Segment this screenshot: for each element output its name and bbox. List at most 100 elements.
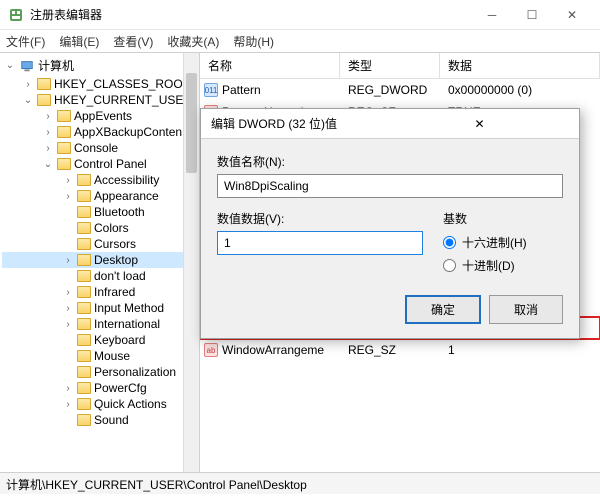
titlebar: 注册表编辑器 ─ ☐ ✕ (0, 0, 600, 30)
tree-item[interactable]: ›AppXBackupConten (2, 124, 197, 140)
expander-icon[interactable]: › (62, 190, 74, 202)
col-header-type[interactable]: 类型 (340, 53, 440, 78)
col-header-data[interactable]: 数据 (440, 53, 600, 78)
expander-icon[interactable]: › (62, 254, 74, 266)
radio-dec[interactable]: 十进制(D) (443, 254, 563, 277)
tree-item[interactable]: ⌄ Control Panel (2, 156, 197, 172)
tree-item-label: PowerCfg (94, 381, 147, 395)
tree-item-label: AppEvents (74, 109, 132, 123)
folder-icon (77, 206, 91, 218)
folder-icon (57, 110, 71, 122)
tree-root[interactable]: ⌄ 计算机 (2, 55, 197, 76)
menu-help[interactable]: 帮助(H) (233, 33, 274, 50)
radio-dec-input[interactable] (443, 259, 456, 272)
tree-item-label: Control Panel (74, 157, 147, 171)
folder-icon (77, 382, 91, 394)
window-title: 注册表编辑器 (30, 6, 472, 23)
scrollbar-thumb[interactable] (186, 73, 197, 173)
tree-item-label: Accessibility (94, 173, 159, 187)
list-row[interactable]: abWindowArrangemeREG_SZ1 (200, 339, 600, 361)
tree-item[interactable]: ›Appearance (2, 188, 197, 204)
tree-item[interactable]: › Input Method (2, 300, 197, 316)
tree-item-label: Mouse (94, 349, 130, 363)
expander-icon[interactable]: › (42, 110, 54, 122)
menu-file[interactable]: 文件(F) (6, 33, 45, 50)
expander-icon[interactable]: ⌄ (22, 94, 34, 106)
expander-icon[interactable] (62, 366, 74, 378)
tree-item[interactable]: › Accessibility (2, 172, 197, 188)
value-data: 0x00000000 (0) (440, 81, 600, 99)
radio-hex[interactable]: 十六进制(H) (443, 231, 563, 254)
expander-icon[interactable]: › (42, 126, 54, 138)
expander-icon[interactable]: › (22, 78, 34, 90)
menu-edit[interactable]: 编辑(E) (59, 33, 99, 50)
tree-item[interactable]: › Infrared (2, 284, 197, 300)
expander-icon[interactable]: › (62, 398, 74, 410)
tree-item[interactable]: › Quick Actions (2, 396, 197, 412)
tree-item[interactable]: Cursors (2, 236, 197, 252)
expander-icon[interactable]: › (62, 174, 74, 186)
tree-item[interactable]: Sound (2, 412, 197, 428)
folder-icon (57, 142, 71, 154)
expander-icon[interactable]: ⌄ (4, 60, 16, 72)
tree-item[interactable]: › AppEvents (2, 108, 197, 124)
expander-icon[interactable] (62, 222, 74, 234)
tree-item[interactable]: Mouse (2, 348, 197, 364)
expander-icon[interactable] (62, 206, 74, 218)
expander-icon[interactable]: › (62, 302, 74, 314)
expander-icon[interactable]: › (62, 382, 74, 394)
dialog-titlebar[interactable]: 编辑 DWORD (32 位)值 ✕ (201, 109, 579, 139)
minimize-button[interactable]: ─ (472, 1, 512, 29)
expander-icon[interactable] (62, 270, 74, 282)
tree-item-label: Input Method (94, 301, 164, 315)
radio-hex-input[interactable] (443, 236, 456, 249)
tree-item-label: Sound (94, 413, 129, 427)
expander-icon[interactable]: › (42, 142, 54, 154)
menu-view[interactable]: 查看(V) (113, 33, 153, 50)
tree-item[interactable]: Bluetooth (2, 204, 197, 220)
expander-icon[interactable] (62, 350, 74, 362)
statusbar: 计算机\HKEY_CURRENT_USER\Control Panel\Desk… (0, 472, 600, 494)
close-button[interactable]: ✕ (552, 1, 592, 29)
value-data: 1 (440, 341, 600, 359)
col-header-name[interactable]: 名称 (200, 53, 340, 78)
tree-item[interactable]: ›Console (2, 140, 197, 156)
value-name: Pattern (222, 83, 261, 97)
expander-icon[interactable]: › (62, 318, 74, 330)
ok-button[interactable]: 确定 (405, 295, 481, 324)
edit-dword-dialog: 编辑 DWORD (32 位)值 ✕ 数值名称(N): 数值数据(V): 基数 … (200, 108, 580, 339)
tree-item[interactable]: don't load (2, 268, 197, 284)
expander-icon[interactable] (62, 334, 74, 346)
tree-item[interactable]: ⌄HKEY_CURRENT_USER (2, 92, 197, 108)
folder-icon (77, 366, 91, 378)
expander-icon[interactable] (62, 238, 74, 250)
folder-icon (77, 254, 91, 266)
tree-item-label: Quick Actions (94, 397, 167, 411)
tree-item-label: don't load (94, 269, 146, 283)
tree-item[interactable]: Keyboard (2, 332, 197, 348)
expander-icon[interactable]: ⌄ (42, 158, 54, 170)
list-row[interactable]: 011PatternREG_DWORD0x00000000 (0) (200, 79, 600, 101)
folder-icon (77, 302, 91, 314)
tree-item[interactable]: ›HKEY_CLASSES_ROOT (2, 76, 197, 92)
tree-item-label: Infrared (94, 285, 135, 299)
expander-icon[interactable] (62, 414, 74, 426)
menu-favorites[interactable]: 收藏夹(A) (167, 33, 219, 50)
tree-item[interactable]: ›International (2, 316, 197, 332)
tree-scrollbar[interactable] (183, 53, 199, 472)
cancel-button[interactable]: 取消 (489, 295, 563, 324)
folder-icon (57, 126, 71, 138)
folder-icon (77, 190, 91, 202)
name-field[interactable] (217, 174, 563, 198)
dialog-title: 编辑 DWORD (32 位)值 (211, 115, 390, 132)
expander-icon[interactable]: › (62, 286, 74, 298)
tree-item[interactable]: Colors (2, 220, 197, 236)
tree-item[interactable]: ›Desktop (2, 252, 197, 268)
reg-str-icon: ab (204, 343, 218, 357)
tree-root-label: 计算机 (38, 57, 74, 74)
dialog-close-button[interactable]: ✕ (390, 117, 569, 131)
maximize-button[interactable]: ☐ (512, 1, 552, 29)
tree-item[interactable]: › PowerCfg (2, 380, 197, 396)
tree-item[interactable]: Personalization (2, 364, 197, 380)
data-field[interactable] (217, 231, 423, 255)
